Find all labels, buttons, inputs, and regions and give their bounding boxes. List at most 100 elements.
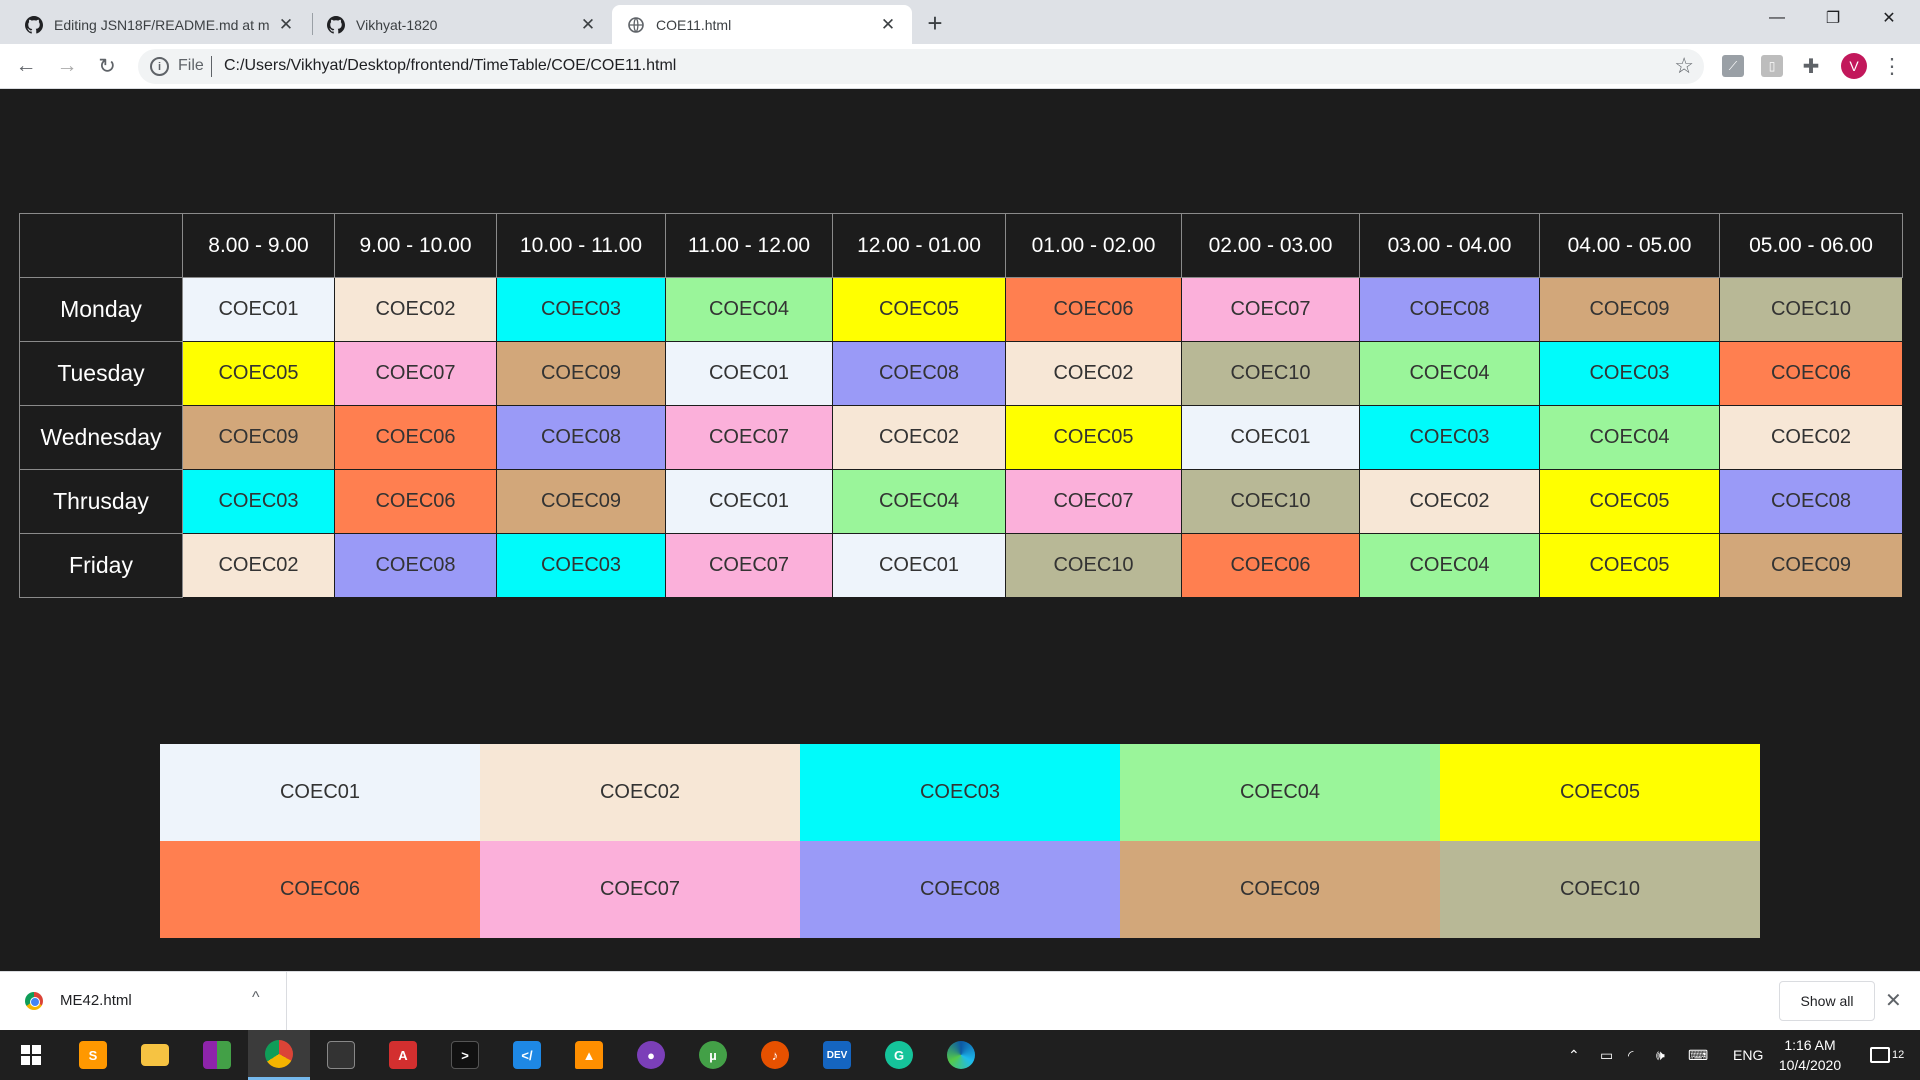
reload-button[interactable]: ↻	[91, 50, 123, 82]
acrobat-icon[interactable]: A	[372, 1030, 434, 1080]
class-cell: COEC02	[334, 277, 497, 342]
close-icon[interactable]: ✕	[878, 15, 898, 35]
class-cell: COEC10	[1005, 533, 1182, 598]
puzzle-icon[interactable]: ✚	[1800, 55, 1822, 78]
class-cell: COEC07	[1005, 469, 1182, 534]
class-cell: COEC03	[496, 533, 666, 598]
class-cell: COEC09	[182, 405, 335, 470]
class-cell: COEC08	[832, 341, 1006, 406]
class-cell: COEC09	[496, 341, 666, 406]
class-cell: COEC09	[1719, 533, 1903, 598]
browser-toolbar: ← → ↻ i File C:/Users/Vikhyat/Desktop/fr…	[0, 44, 1920, 89]
time-slot-header: 8.00 - 9.00	[182, 213, 335, 278]
keyboard-icon[interactable]: ⌨	[1688, 1030, 1708, 1080]
class-cell: COEC07	[1181, 277, 1360, 342]
legend-item: COEC06	[160, 841, 480, 938]
legend-item: COEC02	[480, 744, 800, 841]
header-row: 8.00 - 9.00 9.00 - 10.00 10.00 - 11.00 1…	[19, 213, 1903, 278]
legend-item: COEC07	[480, 841, 800, 938]
class-cell: COEC09	[496, 469, 666, 534]
bookmark-star-icon[interactable]: ☆	[1674, 53, 1694, 79]
page-content: 8.00 - 9.00 9.00 - 10.00 10.00 - 11.00 1…	[0, 89, 1920, 971]
system-clock[interactable]: 1:16 AM 10/4/2020	[1765, 1035, 1855, 1075]
globe-icon	[626, 15, 646, 35]
subject-legend: COEC01 COEC02 COEC03 COEC04 COEC05 COEC06 COEC…	[160, 744, 1760, 938]
maximize-button[interactable]: ❐	[1810, 0, 1856, 36]
language-indicator[interactable]: ENG	[1733, 1030, 1763, 1080]
show-all-button[interactable]: Show all	[1779, 981, 1875, 1021]
time-slot-header: 10.00 - 11.00	[496, 213, 666, 278]
wifi-icon[interactable]: ◜	[1628, 1030, 1633, 1080]
timetable: 8.00 - 9.00 9.00 - 10.00 10.00 - 11.00 1…	[19, 213, 1903, 598]
download-item[interactable]: ME42.html ^	[0, 972, 287, 1030]
file-explorer-icon[interactable]	[124, 1030, 186, 1080]
dev-cpp-icon[interactable]: DEV	[806, 1030, 868, 1080]
fl-studio-icon[interactable]: ♪	[744, 1030, 806, 1080]
day-label: Friday	[19, 533, 183, 598]
class-cell: COEC06	[334, 469, 497, 534]
url-text[interactable]: C:/Users/Vikhyat/Desktop/frontend/TimeTa…	[224, 57, 676, 75]
tab-title: COE11.html	[656, 16, 732, 33]
battery-icon[interactable]: ▭	[1600, 1030, 1613, 1080]
day-label: Thrusday	[19, 469, 183, 534]
chevron-up-icon[interactable]: ^	[252, 989, 260, 1007]
legend-item: COEC08	[800, 841, 1120, 938]
table-row: Monday COEC01 COEC02 COEC03 COEC04 COEC05 COEC…	[19, 277, 1903, 342]
chrome-icon[interactable]	[248, 1030, 310, 1080]
minimize-button[interactable]: —	[1754, 0, 1800, 36]
extension-icon[interactable]: ▯	[1761, 55, 1783, 77]
close-icon[interactable]: ✕	[276, 15, 296, 35]
class-cell: COEC03	[1539, 341, 1720, 406]
notification-icon[interactable]: 12	[1870, 1030, 1904, 1080]
grammarly-icon[interactable]: G	[868, 1030, 930, 1080]
time-slot-header: 02.00 - 03.00	[1181, 213, 1360, 278]
close-icon[interactable]: ✕	[578, 15, 598, 35]
volume-icon[interactable]: 🕪	[1656, 1030, 1665, 1080]
windows-start-icon[interactable]	[0, 1030, 62, 1080]
legend-item: COEC05	[1440, 744, 1760, 841]
legend-item: COEC03	[800, 744, 1120, 841]
info-icon[interactable]: i	[150, 57, 169, 76]
acrobat-extension-icon[interactable]: ⟋	[1722, 55, 1744, 77]
edge-icon[interactable]	[930, 1030, 992, 1080]
new-tab-button[interactable]: +	[920, 8, 950, 38]
class-cell: COEC01	[665, 469, 833, 534]
class-cell: COEC04	[665, 277, 833, 342]
divider	[211, 56, 212, 77]
window-close-button[interactable]: ✕	[1866, 0, 1912, 36]
day-label: Monday	[19, 277, 183, 342]
class-cell: COEC02	[832, 405, 1006, 470]
menu-icon[interactable]: ⋮	[1876, 50, 1908, 82]
winrar-icon[interactable]	[186, 1030, 248, 1080]
tab-strip: Editing JSN18F/README.md at m ✕ Vikhyat-…	[0, 0, 1920, 44]
tab-editing-readme[interactable]: Editing JSN18F/README.md at m ✕	[10, 5, 310, 44]
vscode-icon[interactable]: </	[496, 1030, 558, 1080]
clock-time: 1:16 AM	[1784, 1037, 1836, 1053]
time-slot-header: 9.00 - 10.00	[334, 213, 497, 278]
utorrent-icon[interactable]: µ	[682, 1030, 744, 1080]
legend-item: COEC04	[1120, 744, 1440, 841]
sublime-text-icon[interactable]: S	[62, 1030, 124, 1080]
tab-coe11[interactable]: COE11.html ✕	[612, 5, 912, 44]
class-cell: COEC02	[1005, 341, 1182, 406]
time-slot-header: 11.00 - 12.00	[665, 213, 833, 278]
time-slot-header: 05.00 - 06.00	[1719, 213, 1903, 278]
avatar[interactable]: V	[1841, 53, 1867, 79]
back-button[interactable]: ←	[10, 50, 42, 82]
chevron-up-icon[interactable]: ⌃	[1568, 1030, 1580, 1080]
address-bar[interactable]: i File C:/Users/Vikhyat/Desktop/frontend…	[138, 49, 1704, 84]
terminal-icon[interactable]	[310, 1030, 372, 1080]
tab-vikhyat-1820[interactable]: Vikhyat-1820 ✕	[312, 5, 612, 44]
github-desktop-icon[interactable]: ●	[620, 1030, 682, 1080]
class-cell: COEC03	[182, 469, 335, 534]
powershell-icon[interactable]: >	[434, 1030, 496, 1080]
class-cell: COEC06	[1181, 533, 1360, 598]
close-icon[interactable]: ✕	[1885, 988, 1902, 1013]
windows-taskbar: S A > </ ▲ ● µ ♪ DEV G ⌃ ▭ ◜ 🕪 ⌨ ENG 1:1…	[0, 1030, 1920, 1080]
time-slot-header: 04.00 - 05.00	[1539, 213, 1720, 278]
forward-button[interactable]: →	[51, 50, 83, 82]
class-cell: COEC10	[1181, 469, 1360, 534]
vlc-icon[interactable]: ▲	[558, 1030, 620, 1080]
clock-date: 10/4/2020	[1778, 1057, 1842, 1073]
class-cell: COEC02	[182, 533, 335, 598]
